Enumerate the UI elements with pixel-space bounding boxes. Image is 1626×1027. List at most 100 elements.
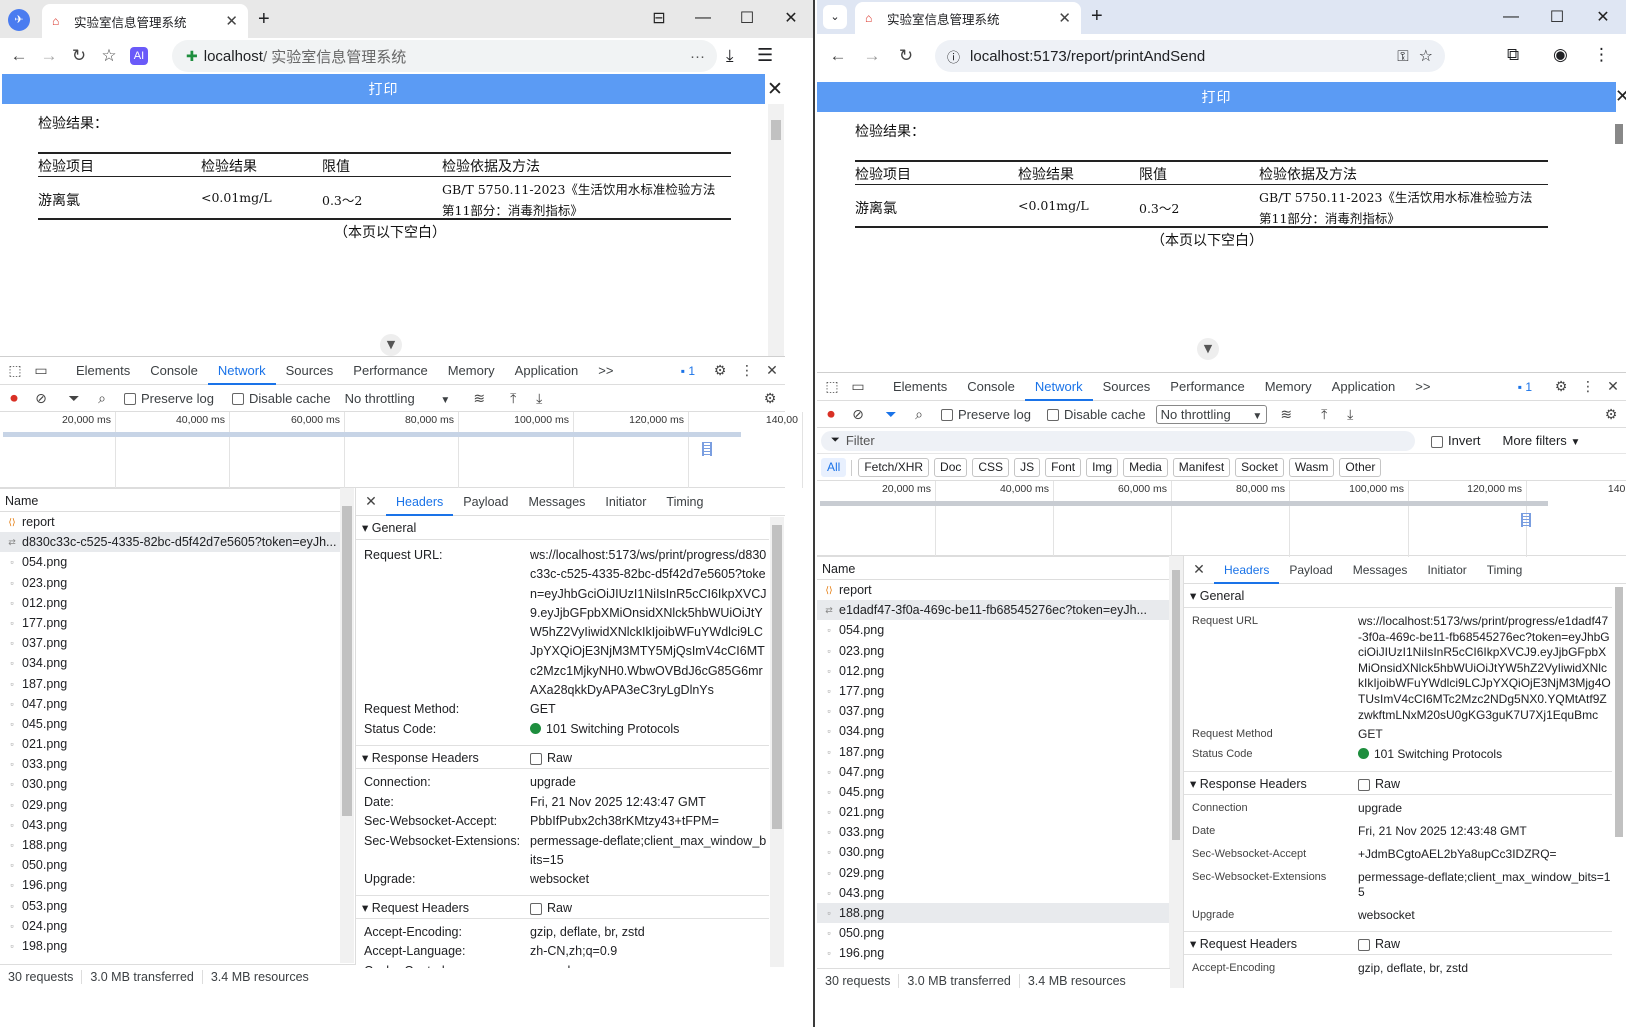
search-icon[interactable]: ⌕ xyxy=(907,406,931,423)
tab-initiator[interactable]: Initiator xyxy=(595,488,656,516)
inspect-icon[interactable]: ⬚ xyxy=(819,378,845,395)
request-list-scrollbar[interactable] xyxy=(1169,556,1183,988)
details-scrollbar[interactable] xyxy=(1612,585,1626,990)
tab-network[interactable]: Network xyxy=(207,357,276,385)
request-report[interactable]: ⟨⟩ report xyxy=(817,580,1169,600)
new-tab-icon[interactable]: + xyxy=(1091,5,1103,28)
tab-elements[interactable]: Elements xyxy=(66,357,140,385)
request-item[interactable]: ▫ 029.png xyxy=(817,863,1169,883)
request-item[interactable]: ▫ 037.png xyxy=(0,633,340,653)
browser-tab[interactable]: ⌂ 实验室信息管理系统 ✕ xyxy=(42,4,248,38)
tab-sources[interactable]: Sources xyxy=(1093,373,1161,401)
tab-messages[interactable]: Messages xyxy=(518,488,595,516)
disable-cache-checkbox[interactable]: Disable cache xyxy=(1046,407,1146,422)
request-item[interactable]: ▫ 030.png xyxy=(817,842,1169,862)
raw-checkbox[interactable]: Raw xyxy=(530,896,572,918)
more-tabs-icon[interactable]: >> xyxy=(1405,373,1440,401)
close-preview-icon[interactable]: ✕ xyxy=(1615,86,1626,107)
close-tab-icon[interactable]: ✕ xyxy=(225,12,238,30)
throttling-select[interactable]: No throttling ▼ xyxy=(345,391,451,406)
filter-icon[interactable]: ⏷ xyxy=(58,390,90,407)
request-item[interactable]: ▫ 043.png xyxy=(817,883,1169,903)
request-item[interactable]: ▫ 023.png xyxy=(817,641,1169,661)
forward-icon[interactable]: → xyxy=(34,46,64,66)
clear-icon[interactable]: ⊘ xyxy=(28,390,54,407)
tab-payload[interactable]: Payload xyxy=(453,488,518,516)
tab-messages[interactable]: Messages xyxy=(1343,556,1418,584)
request-item[interactable]: ▫ 196.png xyxy=(0,875,340,895)
reload-icon[interactable]: ↻ xyxy=(64,46,94,66)
tab-search-icon[interactable]: ⌄ xyxy=(823,5,847,29)
tab-headers[interactable]: Headers xyxy=(1214,556,1280,584)
site-info-icon[interactable]: ⓘ xyxy=(947,47,960,66)
more-tabs-icon[interactable]: >> xyxy=(588,357,623,385)
search-icon[interactable]: ⌕ xyxy=(90,390,114,407)
close-tab-icon[interactable]: ✕ xyxy=(1058,9,1071,27)
minimize-icon[interactable]: — xyxy=(681,9,725,27)
tab-memory[interactable]: Memory xyxy=(1255,373,1322,401)
record-icon[interactable]: ⏺ xyxy=(817,406,845,423)
maximize-icon[interactable]: ☐ xyxy=(1534,7,1580,27)
tab-performance[interactable]: Performance xyxy=(1160,373,1254,401)
issues-badge[interactable]: ▪ 1 xyxy=(1518,380,1532,394)
tab-console[interactable]: Console xyxy=(140,357,208,385)
request-item[interactable]: ▫ 177.png xyxy=(0,613,340,633)
preview-scrollbar[interactable] xyxy=(768,104,784,356)
filter-type-button[interactable]: CSS xyxy=(972,458,1010,477)
import-har-icon[interactable]: ⤒ xyxy=(500,390,526,407)
request-item[interactable]: ▫ 177.png xyxy=(817,681,1169,701)
filter-icon[interactable]: ⏷ xyxy=(875,406,907,423)
request-item[interactable]: ▫ 188.png xyxy=(0,835,340,855)
filter-input[interactable]: ⏷ Filter xyxy=(821,430,1415,451)
name-column-header[interactable]: Name xyxy=(0,488,340,512)
raw-checkbox[interactable]: Raw xyxy=(1358,772,1400,794)
device-toolbar-icon[interactable]: ▭ xyxy=(845,378,871,395)
back-icon[interactable]: ← xyxy=(4,46,34,66)
tab-payload[interactable]: Payload xyxy=(1279,556,1342,584)
request-websocket[interactable]: ⇄ d830c33c-c525-4335-82bc-d5f42d7e5605?to… xyxy=(0,532,340,553)
menu-icon[interactable]: ☰ xyxy=(757,45,773,66)
request-item[interactable]: ▫ 030.png xyxy=(0,774,340,794)
request-item[interactable]: ▫ 054.png xyxy=(0,552,340,572)
response-headers-section[interactable]: ▾ Response Headers Raw xyxy=(1184,771,1612,796)
import-har-icon[interactable]: ⤒ xyxy=(1311,406,1337,423)
new-tab-icon[interactable]: + xyxy=(258,8,270,31)
network-settings-icon[interactable]: ⚙ xyxy=(1596,406,1626,423)
extensions-icon[interactable]: ⧉ xyxy=(1507,45,1519,65)
settings-icon[interactable]: ⚙ xyxy=(1546,378,1576,395)
issues-badge[interactable]: ▪ 1 xyxy=(681,364,695,378)
minimize-icon[interactable]: — xyxy=(1488,8,1534,26)
more-icon[interactable]: ··· xyxy=(690,48,705,65)
tab-console[interactable]: Console xyxy=(957,373,1025,401)
request-item[interactable]: ▫ 187.png xyxy=(817,742,1169,762)
print-button[interactable]: 打印 xyxy=(2,74,765,104)
close-preview-icon[interactable]: ✕ xyxy=(767,78,783,101)
downloads-icon[interactable]: ⤓ xyxy=(726,46,734,66)
export-har-icon[interactable]: ⤓ xyxy=(1337,406,1363,423)
tab-performance[interactable]: Performance xyxy=(343,357,437,385)
request-item[interactable]: ▫ 024.png xyxy=(0,916,340,936)
settings-icon[interactable]: ⚙ xyxy=(705,362,735,379)
filter-type-button[interactable]: JS xyxy=(1014,458,1041,477)
request-item[interactable]: ▫ 021.png xyxy=(0,734,340,754)
reload-icon[interactable]: ↻ xyxy=(891,46,921,66)
request-headers-section[interactable]: ▾ Request Headers Raw xyxy=(356,894,769,919)
tab-sources[interactable]: Sources xyxy=(276,357,344,385)
preserve-log-checkbox[interactable]: Preserve log xyxy=(124,391,214,406)
back-icon[interactable]: ← xyxy=(823,46,853,66)
raw-checkbox[interactable]: Raw xyxy=(1358,932,1400,954)
request-item[interactable]: ▫ 045.png xyxy=(817,782,1169,802)
network-conditions-icon[interactable]: ≋ xyxy=(1273,406,1299,423)
timeline-overview[interactable]: 20,000 ms 40,000 ms 60,000 ms 80,000 ms 100,… xyxy=(817,481,1626,557)
filter-type-button[interactable]: All xyxy=(821,458,847,477)
request-item[interactable]: ▫ 196.png xyxy=(817,943,1169,963)
filter-type-button[interactable]: Doc xyxy=(934,458,968,477)
request-websocket[interactable]: ⇄ e1dadf47-3f0a-469c-be11-fb68545276ec?to… xyxy=(817,600,1169,621)
request-item[interactable]: ▫ 188.png xyxy=(817,903,1169,924)
network-conditions-icon[interactable]: ≋ xyxy=(466,390,492,407)
more-filters-dropdown[interactable]: More filters ▼ xyxy=(1503,433,1581,448)
request-item[interactable]: ▫ 033.png xyxy=(0,754,340,774)
tab-timing[interactable]: Timing xyxy=(1477,556,1533,584)
favorites-icon[interactable]: ☆ xyxy=(94,46,124,66)
app-menu-icon[interactable]: ✈ xyxy=(8,9,30,31)
